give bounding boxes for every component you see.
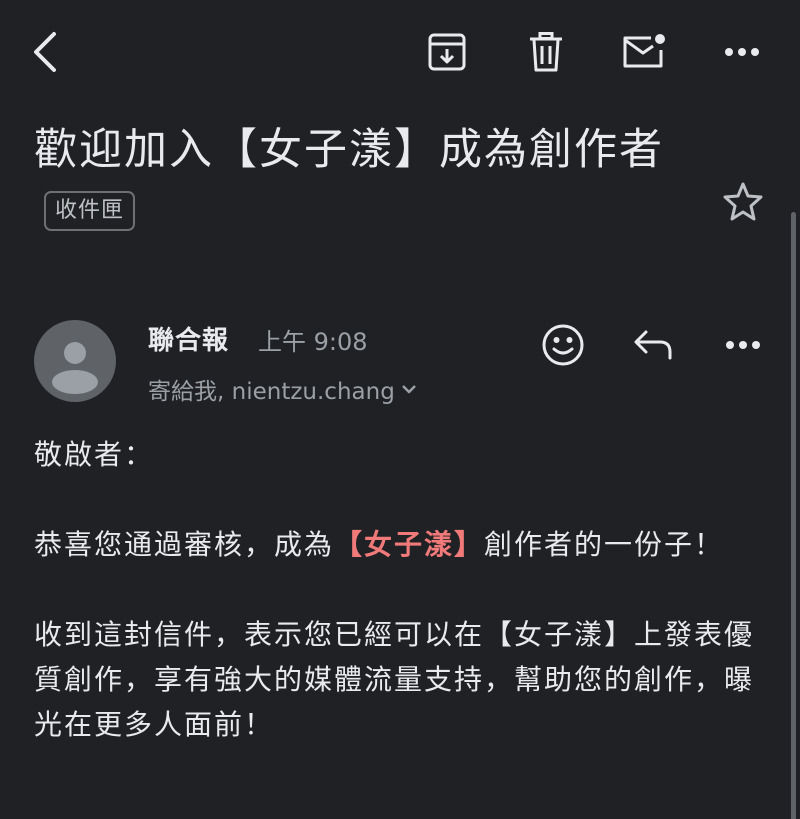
paragraph-1: 恭喜您通過審核，成為【女子漾】創作者的一份子！ xyxy=(34,522,754,567)
person-icon xyxy=(52,342,98,394)
more-horizontal-icon xyxy=(725,48,759,56)
email-body: 敬啟者： 恭喜您通過審核，成為【女子漾】創作者的一份子！ 收到這封信件，表示您已… xyxy=(34,432,754,747)
email-detail-screen: 歡迎加入【女子漾】成為創作者收件匣 聯合報 上午 9:08 寄給我, nient… xyxy=(0,0,800,819)
archive-button[interactable] xyxy=(421,26,473,78)
sender-name: 聯合報 xyxy=(148,326,230,356)
emoji-react-button[interactable] xyxy=(536,318,590,372)
arrow-left-icon xyxy=(34,32,56,72)
delete-button[interactable] xyxy=(520,26,572,78)
back-button[interactable] xyxy=(20,26,72,78)
top-toolbar xyxy=(0,0,800,104)
star-button[interactable] xyxy=(718,176,768,226)
sender-avatar[interactable] xyxy=(34,320,116,402)
archive-icon xyxy=(428,33,466,71)
more-horizontal-icon xyxy=(726,341,760,349)
p1-text-before: 恭喜您通過審核，成為 xyxy=(34,528,335,561)
inbox-label-chip[interactable]: 收件匣 xyxy=(44,190,136,231)
subject-text: 歡迎加入【女子漾】成為創作者 xyxy=(34,125,664,175)
message-more-button[interactable] xyxy=(716,318,770,372)
more-options-button[interactable] xyxy=(716,26,768,78)
reply-icon xyxy=(634,330,672,360)
recipients-toggle[interactable]: 寄給我, nientzu.chang xyxy=(148,372,417,406)
mark-unread-icon xyxy=(623,34,665,68)
trash-icon xyxy=(530,32,562,72)
greeting: 敬啟者： xyxy=(34,438,155,471)
brand-highlight: 【女子漾】 xyxy=(334,528,485,561)
reply-button[interactable] xyxy=(626,318,680,372)
sent-time: 上午 9:08 xyxy=(258,328,368,356)
smiley-icon xyxy=(542,324,584,366)
chevron-down-icon xyxy=(401,385,416,394)
mark-unread-button[interactable] xyxy=(618,26,670,78)
recipients-text: 寄給我, nientzu.chang xyxy=(148,379,395,405)
scrollbar[interactable] xyxy=(791,212,796,819)
p1-text-after: 創作者的一份子！ xyxy=(484,528,725,561)
paragraph-2: 收到這封信件，表示您已經可以在【女子漾】上發表優質創作，享有強大的媒體流量支持，… xyxy=(34,618,755,741)
star-icon xyxy=(723,182,763,221)
email-subject: 歡迎加入【女子漾】成為創作者收件匣 xyxy=(34,118,674,246)
